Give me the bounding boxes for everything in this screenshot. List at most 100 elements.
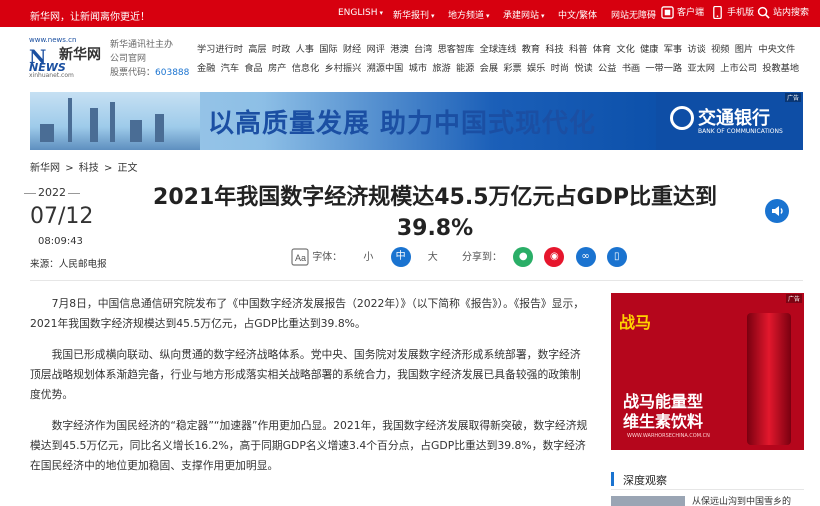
channel-link[interactable]: 科普 [569,44,587,55]
channel-link[interactable]: 台湾 [414,44,432,55]
nav-english[interactable]: ENGLISH ▾ [338,8,383,18]
channel-link[interactable]: 溯源中国 [367,63,404,74]
channel-link[interactable]: 视频 [711,44,729,55]
channel-link[interactable]: 金融 [197,63,215,74]
font-size-icon: Aa [291,248,309,266]
breadcrumb-tech[interactable]: 科技 [79,163,99,174]
site-desc-line1: 新华通讯社主办 [110,40,174,50]
channel-link[interactable]: 网评 [367,44,385,55]
channel-link[interactable]: 城市 [409,63,427,74]
nav-newspapers-label: 新华报刊 [393,11,430,21]
channel-nav-row-1: 学习进行时 高层 时政 人事 国际 财经 网评 港澳 台湾 思客智库 全球连线 教育 科技 科普 体育 文化健… [197,41,800,55]
channel-link[interactable]: 食品 [244,63,262,74]
chevron-down-icon: ▾ [486,12,490,20]
weibo-icon[interactable]: ◉ [544,247,565,267]
channel-link[interactable]: 一带一路 [645,63,682,74]
breadcrumb: 新华网 > 科技 > 正文 [30,159,140,174]
nav-site-search[interactable]: 站内搜索 [757,5,809,19]
channel-link[interactable]: 全球连线 [480,44,517,55]
channel-link[interactable]: 汽车 [221,63,239,74]
nav-local-channels-label: 地方频道 [448,11,485,21]
stock-label: 股票代码： [110,68,156,78]
nav-built-sites[interactable]: 承建网站 ▾ [503,8,545,21]
nav-client[interactable]: 客户端 [661,5,704,19]
logo-url: www.news.cn [29,36,77,44]
nav-mobile[interactable]: 手机版 [711,5,754,19]
side-ad[interactable]: 战马 战马能量型 维生素饮料 WWW.WARHORSECHINA.COM.CN … [611,293,804,450]
article-paragraph: 数字经济作为国民经济的“稳定器”“加速器”作用更加凸显。2021年，我国数字经济… [30,419,588,472]
channel-link[interactable]: 学习进行时 [197,44,243,55]
article-paragraph: 我国已形成横向联动、纵向贯通的数字经济战略体系。党中央、国务院对发展数字经济形成… [30,348,581,401]
channel-link[interactable]: 人事 [296,44,314,55]
article-paragraph: 7月8日，中国信息通信研究院发布了《中国数字经济发展报告（2022年）》（以下简… [30,297,585,330]
breadcrumb-current: 正文 [117,163,138,174]
stock-code-value[interactable]: 603888 [155,68,189,78]
breadcrumb-home[interactable]: 新华网 [30,163,60,174]
channel-link[interactable]: 亚太网 [687,63,715,74]
site-slogan: 新华网，让新闻离你更近！ [30,12,150,23]
channel-link[interactable]: 彩票 [503,63,521,74]
channel-link[interactable]: 娱乐 [527,63,545,74]
bank-name: 交通银行 [698,108,770,129]
channel-link[interactable]: 房产 [268,63,286,74]
font-size-bar: Aa 字体： 小 中 大 [291,247,438,267]
font-size-large-button[interactable]: 大 [428,252,438,263]
channel-link[interactable]: 访谈 [687,44,705,55]
font-size-small-button[interactable]: 小 [363,252,373,263]
channel-link[interactable]: 科技 [545,44,563,55]
channel-link[interactable]: 投教基地 [762,63,799,74]
share-bar: 分享到： ● ◉ ∞ ▯ [462,247,627,267]
chevron-down-icon: ▾ [541,12,545,20]
channel-link[interactable]: 军事 [664,44,682,55]
nav-built-sites-label: 承建网站 [503,11,540,21]
city-skyline-image [30,92,200,150]
channel-link[interactable]: 乡村振兴 [325,63,362,74]
channel-link[interactable]: 文化 [616,44,634,55]
channel-link[interactable]: 港澳 [390,44,408,55]
ad-banner[interactable]: 以高质量发展 助力中国式现代化 交通银行 BANK OF COMMUNICATI… [30,92,803,150]
nav-accessibility[interactable]: 网站无障碍 [611,8,656,21]
article-time: 08:09:43 [38,236,83,247]
audio-play-button[interactable] [765,199,789,223]
deep-observation-item[interactable]: 从保远山沟到中国雪乡的 [611,494,804,506]
channel-link[interactable]: 能源 [456,63,474,74]
channel-link[interactable]: 会展 [480,63,498,74]
channel-link[interactable]: 时政 [272,44,290,55]
ad-tag: 广告 [784,93,801,102]
ad-tag: 广告 [785,294,802,303]
channel-link[interactable]: 财经 [343,44,361,55]
search-icon [757,6,770,19]
ad-brand: 战马 [619,313,652,332]
top-bar: 新华网，让新闻离你更近！ ENGLISH ▾ 新华报刊 ▾ 地方频道 ▾ 承建网站 ▾ … [0,0,820,27]
site-description: 新华通讯社主办 公司官网 股票代码：603888 [110,38,190,80]
bank-name-en: BANK OF COMMUNICATIONS [698,128,783,135]
site-logo[interactable]: www.news.cn N 新华网 NEWS xinhuanet.com [29,36,107,82]
nav-local-channels[interactable]: 地方频道 ▾ [448,8,490,21]
phone-icon [713,6,722,19]
font-size-medium-button[interactable]: 中 [390,247,411,267]
channel-link[interactable]: 思客智库 [438,44,475,55]
channel-link[interactable]: 旅游 [432,63,450,74]
channel-link[interactable]: 国际 [319,44,337,55]
channel-link[interactable]: 中央文件 [758,44,795,55]
thumbnail-image [611,496,685,506]
channel-link[interactable]: 书画 [622,63,640,74]
channel-link[interactable]: 信息化 [292,63,320,74]
nav-traditional-chinese[interactable]: 中文/繁体 [558,8,597,21]
article-title: 2021年我国数字经济规模达45.5万亿元占GDP比重达到39.8% [153,185,717,241]
channel-link[interactable]: 教育 [522,44,540,55]
phone-share-icon[interactable]: ▯ [606,247,627,267]
channel-link[interactable]: 公益 [598,63,616,74]
share-label: 分享到： [462,252,502,263]
nav-newspapers[interactable]: 新华报刊 ▾ [393,8,435,21]
channel-link[interactable]: 高层 [248,44,266,55]
channel-link[interactable]: 体育 [593,44,611,55]
channel-link[interactable]: 健康 [640,44,658,55]
channel-link[interactable]: 上市公司 [720,63,757,74]
link-icon[interactable]: ∞ [575,247,596,267]
channel-link[interactable]: 时尚 [551,63,569,74]
wechat-icon[interactable]: ● [513,247,534,267]
channel-link[interactable]: 悦读 [574,63,592,74]
channel-nav-row-2: 金融 汽车 食品 房产 信息化 乡村振兴 溯源中国 城市 旅游 能源 会展 彩票 娱乐 时尚 悦读 公益 书画一… [197,60,804,74]
channel-link[interactable]: 图片 [735,44,753,55]
